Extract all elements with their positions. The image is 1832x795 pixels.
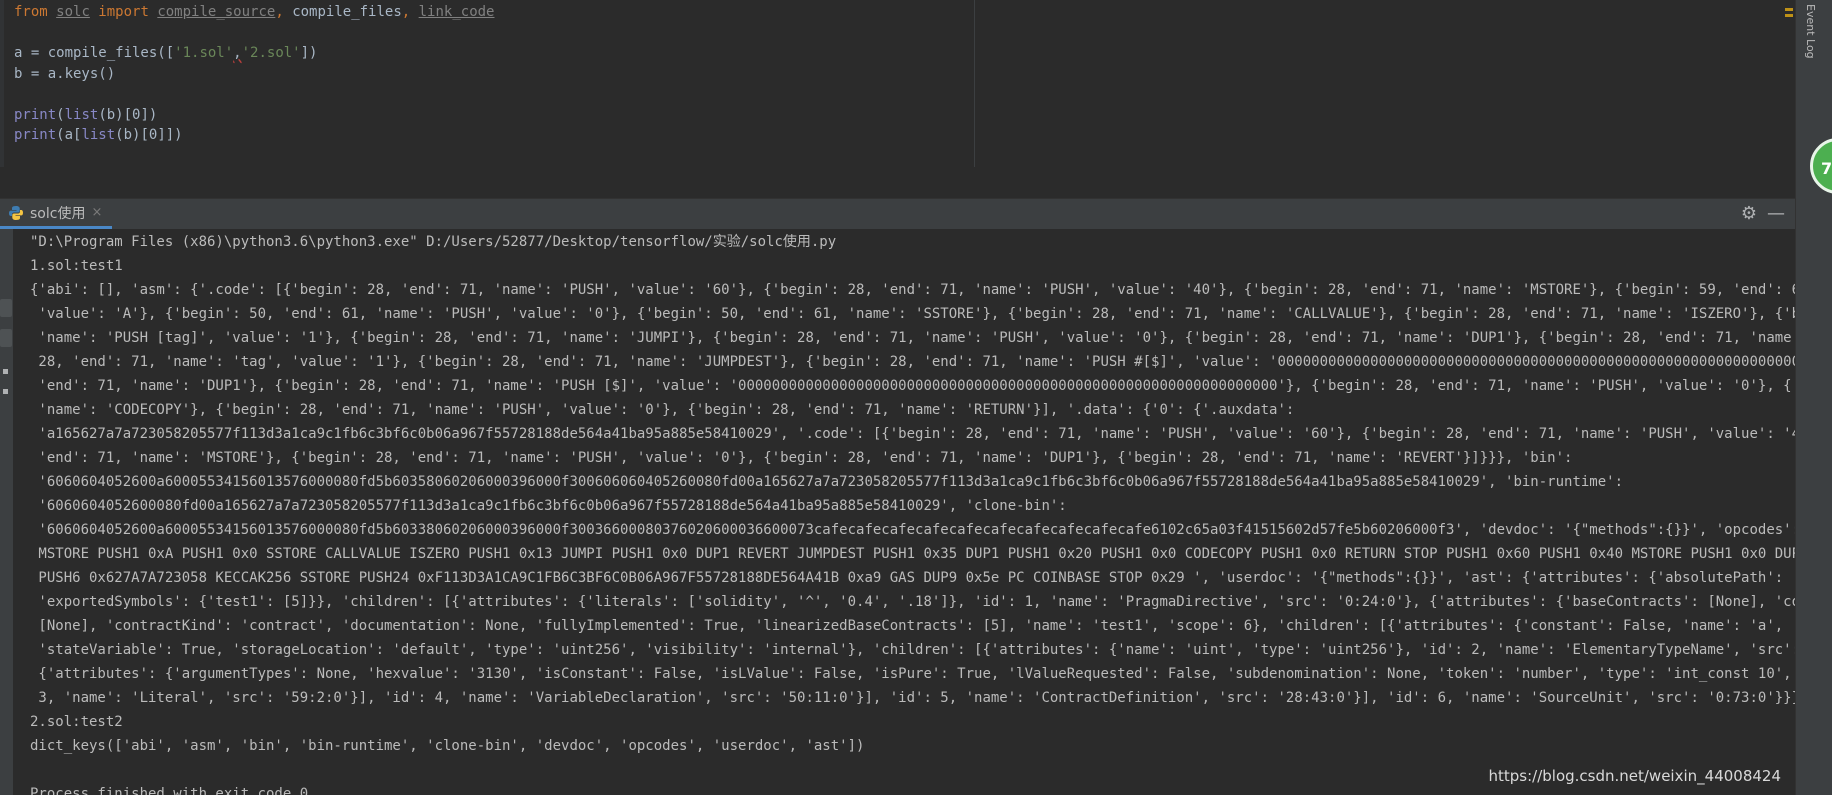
console-line: '6060604052600a60005534156013576000080fd… [30, 474, 1624, 490]
code-token: import [89, 4, 158, 20]
code-line[interactable]: a = compile_files(['1.sol','2.sol']) [14, 43, 317, 63]
pin-icon[interactable] [3, 369, 8, 374]
code-token: '1.sol' [174, 45, 234, 61]
gear-icon[interactable]: ⚙ [1741, 203, 1757, 224]
code-token: list [64, 106, 99, 123]
code-token: a = compile_files([ [14, 45, 175, 61]
console-line: [None], 'contractKind': 'contract', 'doc… [30, 618, 1795, 634]
code-editor[interactable]: from solc import compile_source, compile… [0, 0, 1795, 167]
layout-icon[interactable] [3, 389, 8, 394]
console-line: 'value': 'A'}, {'begin': 50, 'end': 61, … [30, 306, 1795, 322]
console-line: 'name': 'CODECOPY'}, {'begin': 28, 'end'… [30, 402, 1295, 418]
code-token: (b)[0]]) [115, 127, 183, 143]
code-token: (b)[0]) [98, 106, 158, 123]
code-token: print [14, 127, 57, 143]
code-line[interactable]: print(list(b)[0]) [14, 105, 157, 125]
warning-marker[interactable] [1785, 8, 1793, 11]
console-line: 'a165627a7a723058205577f113d3a1ca9c1fb6c… [30, 426, 1795, 442]
console-line: 2.sol:test2 [30, 714, 123, 730]
code-token: ( [56, 106, 65, 123]
stop-button[interactable] [0, 329, 12, 347]
code-token: list [81, 127, 116, 143]
console-line: dict_keys(['abi', 'asm', 'bin', 'bin-run… [30, 738, 865, 754]
console-line: 'name': 'PUSH [tag]', 'value': '1'}, {'b… [30, 330, 1795, 346]
run-toolbar [0, 229, 13, 795]
console-line: PUSH6 0x627A7A723058 KECCAK256 SSTORE PU… [30, 570, 1795, 586]
console-line: '6060604052600a60005534156013576000080fd… [30, 522, 1795, 538]
error-stripe[interactable] [1783, 0, 1795, 167]
run-tab[interactable]: solc使用 × [0, 199, 113, 229]
watermark: https://blog.csdn.net/weixin_44008424 [1488, 767, 1781, 785]
code-token: solc [56, 4, 90, 20]
console-line: 'end': 71, 'name': 'DUP1'}, {'begin': 28… [30, 378, 1795, 394]
right-tool-strip: Event Log [1795, 0, 1832, 795]
console-line: MSTORE PUSH1 0xA PUSH1 0x0 SSTORE CALLVA… [30, 546, 1795, 562]
event-log-tab[interactable]: Event Log [1804, 4, 1817, 59]
code-token: '2.sol' [241, 45, 301, 61]
code-token: b = a.keys() [14, 65, 116, 82]
rerun-button[interactable] [0, 299, 12, 317]
console-line: '6060604052600080fd00a165627a7a723058205… [30, 498, 1067, 514]
console-line: {'attributes': {'argumentTypes': None, '… [30, 666, 1795, 682]
console-command-line: "D:\Program Files (x86)\python3.6\python… [30, 234, 837, 250]
code-token: print [14, 106, 57, 123]
console-line: Process finished with exit code 0 [30, 786, 309, 795]
code-token: , [401, 4, 419, 20]
console-line: 'exportedSymbols': {'test1': [5]}}, 'chi… [30, 594, 1795, 610]
warning-marker[interactable] [1785, 14, 1793, 17]
python-icon [9, 205, 23, 220]
console-line: 'stateVariable': True, 'storageLocation'… [30, 642, 1795, 658]
run-tool-window-header: solc使用 × ⚙ — [0, 198, 1795, 230]
code-line[interactable]: b = a.keys() [14, 64, 115, 84]
code-token: , [233, 45, 242, 61]
console-line: 3, 'name': 'Literal', 'src': '59:2:0'}],… [30, 690, 1795, 706]
code-line[interactable]: print(a[list(b)[0]]) [14, 125, 183, 145]
code-line[interactable]: from solc import compile_source, compile… [14, 2, 494, 22]
code-token: compile_source [157, 4, 276, 20]
console-output[interactable]: "D:\Program Files (x86)\python3.6\python… [13, 229, 1795, 795]
editor-gutter [0, 0, 4, 167]
close-icon[interactable]: × [91, 205, 102, 220]
console-line: {'abi': [], 'asm': {'.code': [{'begin': … [30, 282, 1795, 298]
console-line: 'end': 71, 'name': 'MSTORE'}, {'begin': … [30, 450, 1573, 466]
minimize-icon[interactable]: — [1767, 203, 1785, 224]
code-token: from [14, 4, 57, 20]
code-token: ]) [300, 45, 318, 61]
console-line: 1.sol:test1 [30, 258, 123, 274]
code-token: , [275, 4, 293, 20]
run-tab-label: solc使用 [30, 205, 86, 222]
code-token: link_code [418, 4, 495, 20]
code-token: compile_files [292, 4, 402, 20]
code-token: (a[ [56, 127, 82, 143]
right-margin-guide [974, 0, 975, 167]
console-line: 28, 'end': 71, 'name': 'tag', 'value': '… [30, 354, 1795, 370]
